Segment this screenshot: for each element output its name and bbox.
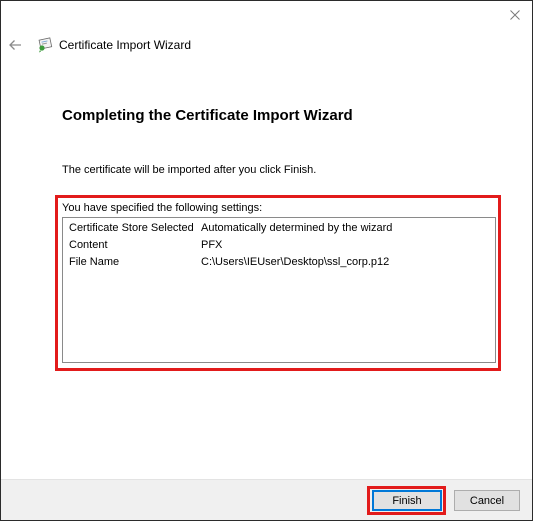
intro-text: The certificate will be imported after y… (62, 164, 317, 176)
certificate-wizard-icon (38, 37, 53, 53)
back-arrow-icon (9, 40, 21, 50)
settings-list[interactable]: Certificate Store Selected Automatically… (62, 217, 496, 363)
title-row: Certificate Import Wizard (1, 31, 532, 59)
settings-key: Content (69, 239, 108, 251)
settings-key: Certificate Store Selected (69, 222, 194, 234)
settings-caption: You have specified the following setting… (62, 202, 263, 214)
button-bar (1, 479, 532, 520)
close-icon (510, 10, 520, 20)
settings-value: Automatically determined by the wizard (201, 222, 393, 234)
finish-button[interactable]: Finish (372, 490, 442, 511)
page-heading: Completing the Certificate Import Wizard (62, 107, 353, 124)
settings-value: C:\Users\IEUser\Desktop\ssl_corp.p12 (201, 256, 390, 268)
back-button[interactable] (7, 37, 23, 53)
wizard-window: Certificate Import Wizard Completing the… (0, 0, 533, 521)
window-title: Certificate Import Wizard (59, 38, 192, 52)
settings-value: PFX (201, 239, 223, 251)
settings-key: File Name (69, 256, 120, 268)
cancel-button[interactable]: Cancel (454, 490, 520, 511)
close-button[interactable] (506, 6, 524, 24)
